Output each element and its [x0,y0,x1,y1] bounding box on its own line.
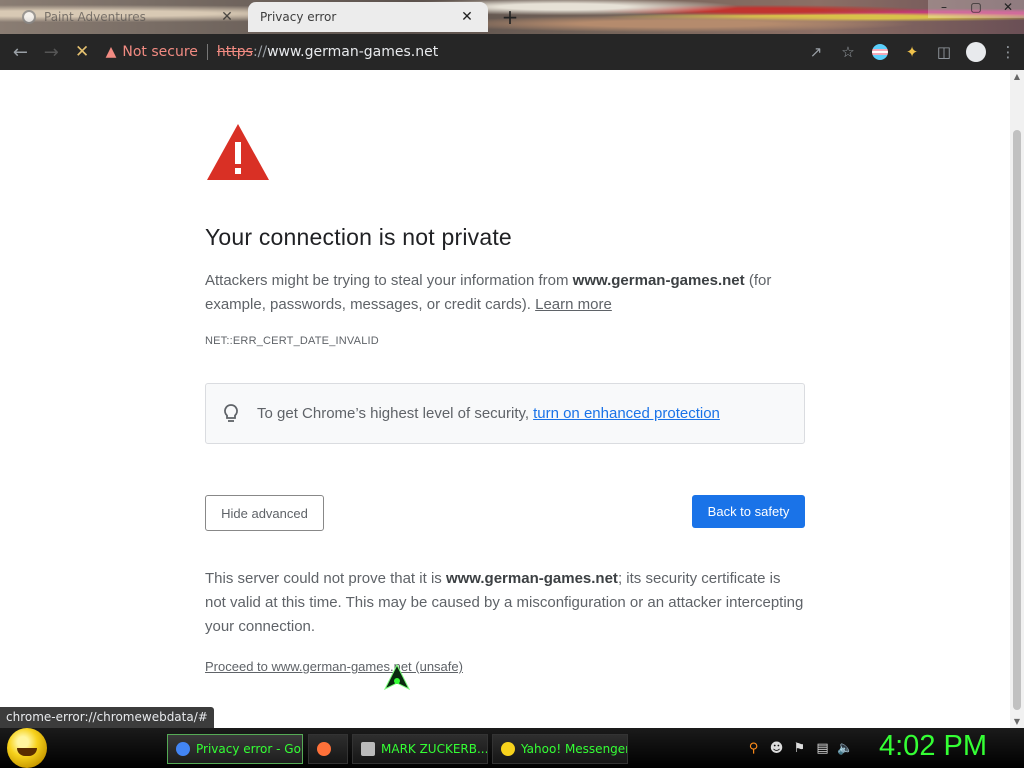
forward-arrow-icon[interactable]: → [36,36,67,68]
intro-host: www.german-games.net [572,272,745,289]
tab-favicon [22,10,36,24]
warning-triangle-icon[interactable]: ▲ [106,44,117,60]
scroll-up-icon[interactable]: ▲ [1010,72,1024,81]
scrollbar-thumb[interactable] [1013,130,1021,710]
chrome-icon [176,742,190,756]
details-prefix: This server could not prove that it is [205,570,446,587]
intro-text: Attackers might be trying to steal your … [205,269,805,317]
puzzle-extension-icon[interactable]: ✦ [896,36,928,68]
profile-icon[interactable] [960,36,992,68]
taskbar-item-chrome[interactable]: Privacy error - Go... [167,734,303,764]
vertical-scrollbar[interactable]: ▲ ▼ [1010,70,1024,728]
taskbar-item-firefox[interactable] [308,734,348,764]
menu-icon[interactable]: ⋮ [992,36,1024,68]
divider [206,44,208,60]
details-host: www.german-games.net [445,570,618,587]
url-separator: :// [252,44,268,60]
network-icon[interactable]: ▤ [814,741,831,756]
flag-icon[interactable]: ⚑ [791,741,808,756]
yahoo-messenger-icon [501,742,515,756]
mouse-cursor-icon [383,663,411,691]
taskbar-item-label: Privacy error - Go... [196,742,303,756]
enhanced-protection-tip: To get Chrome’s highest level of securit… [205,383,805,444]
learn-more-link[interactable]: Learn more [535,296,612,313]
security-chip[interactable]: Not secure [122,44,198,60]
toolbar-icons: ↗ ☆ ✦ ◫ ⋮ [800,36,1024,68]
proceed-unsafe-link[interactable]: Proceed to www.german-games.net (unsafe) [205,659,463,674]
error-code: NET::ERR_CERT_DATE_INVALID [205,335,379,347]
firefox-icon [317,742,331,756]
window-icon [361,742,375,756]
taskbar-item-mark-zuckerberg[interactable]: MARK ZUCKERB... [352,734,488,764]
new-tab-button[interactable]: + [498,5,522,29]
maximize-button[interactable]: ▢ [960,0,992,18]
url-scheme: https [216,44,253,60]
taskbar-item-label: Yahoo! Messenger [521,742,628,756]
hide-advanced-button[interactable]: Hide advanced [205,495,324,531]
taskbar-clock[interactable]: 4:02 PM [879,730,987,763]
stop-loading-icon[interactable]: ✕ [67,36,98,68]
url-text[interactable]: https://www.german-games.net [217,44,438,60]
share-icon[interactable]: ↗ [800,36,832,68]
taskbar: Privacy error - Go... MARK ZUCKERB... Ya… [0,728,1024,768]
back-to-safety-button[interactable]: Back to safety [692,495,805,528]
side-panel-icon[interactable]: ◫ [928,36,960,68]
interstitial-page: Your connection is not private Attackers… [0,70,1010,728]
tip-text: To get Chrome’s highest level of securit… [257,405,530,422]
taskbar-item-label: MARK ZUCKERB... [381,742,488,756]
address-bar[interactable]: ▲ Not secure https://www.german-games.ne… [106,37,800,67]
tab-title: Privacy error [260,10,337,24]
scroll-down-icon[interactable]: ▼ [1010,717,1024,726]
tab-title: Paint Adventures [44,10,146,24]
details-text: This server could not prove that it is w… [205,567,805,639]
interstitial-content: Your connection is not private Attackers… [205,122,805,676]
close-tab-icon[interactable]: ✕ [218,9,236,25]
start-button-smiley-icon[interactable] [7,728,47,768]
tab-paint-adventures[interactable]: Paint Adventures ✕ [10,2,248,32]
enhanced-protection-link[interactable]: turn on enhanced protection [533,405,720,422]
close-tab-icon[interactable]: ✕ [458,9,476,25]
window-controls: – ▢ ✕ [928,0,1024,18]
back-arrow-icon[interactable]: ← [5,36,36,68]
url-host: www.german-games.net [267,44,439,60]
volume-icon[interactable]: 🔈 [837,741,854,756]
action-buttons: Hide advanced Back to safety [205,495,805,531]
page-title: Your connection is not private [205,224,512,250]
tab-strip: Paint Adventures ✕ Privacy error ✕ + – ▢… [0,0,1024,34]
warning-triangle-icon [207,124,269,180]
close-window-button[interactable]: ✕ [992,0,1024,18]
taskbar-item-yahoo-messenger[interactable]: Yahoo! Messenger [492,734,628,764]
system-tray: ⚲ ☻ ⚑ ▤ 🔈 [745,728,854,768]
messenger-tray-icon[interactable]: ☻ [768,741,785,756]
intro-prefix: Attackers might be trying to steal your … [205,272,573,289]
minimize-button[interactable]: – [928,0,960,18]
lightbulb-icon [224,403,238,422]
tab-privacy-error[interactable]: Privacy error ✕ [248,2,488,32]
search-icon[interactable]: ⚲ [745,741,762,756]
browser-toolbar: ← → ✕ ▲ Not secure https://www.german-ga… [0,34,1024,70]
bookmark-star-icon[interactable]: ☆ [832,36,864,68]
extension-flag-icon[interactable] [864,36,896,68]
status-bar-url: chrome-error://chromewebdata/# [0,707,214,728]
